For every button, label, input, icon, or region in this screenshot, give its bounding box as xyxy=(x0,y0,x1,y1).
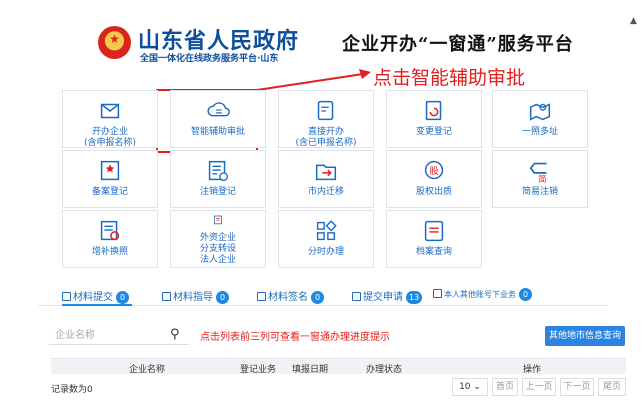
last-page-button[interactable]: 尾页 xyxy=(598,378,626,396)
page-size-value: 10 xyxy=(459,382,471,392)
list-icon xyxy=(62,292,71,301)
tile-label: 备案登记 xyxy=(91,187,128,197)
col-register-business: 登记业务 xyxy=(240,365,277,375)
tab-4[interactable]: 提交申请 13 xyxy=(352,288,423,304)
record-count: 记录数为0 xyxy=(51,385,93,395)
col-company-name: 企业名称 xyxy=(129,365,166,375)
svg-text:股: 股 xyxy=(429,166,438,177)
next-page-button[interactable]: 下一页 xyxy=(560,378,594,396)
change-register-icon xyxy=(425,100,442,121)
col-actions: 操作 xyxy=(523,365,542,375)
tab-label: 材料签名 xyxy=(268,292,308,303)
archive-query-icon xyxy=(424,220,444,242)
foreign-enterprise-icon xyxy=(214,215,222,225)
prev-page-button[interactable]: 上一页 xyxy=(522,378,556,396)
tile-sublabel: (含申报名称) xyxy=(83,138,137,148)
service-tile-smart-assist[interactable]: 智能辅助审批 xyxy=(170,90,266,148)
tile-label: 一照多址 xyxy=(521,127,558,137)
tile-label: 增补换照 xyxy=(91,247,128,257)
tab-count-badge: 0 xyxy=(116,291,129,304)
service-tile-equity-pledge[interactable]: 股股权出质 xyxy=(386,150,482,208)
simple-cancel-icon: 简 xyxy=(529,162,547,184)
tab-label: 提交申请 xyxy=(363,292,403,303)
smart-assist-icon xyxy=(207,102,230,117)
tab-label: 材料提交 xyxy=(73,292,113,303)
service-tile-filing[interactable]: 备案登记 xyxy=(62,150,158,208)
search-icon[interactable]: ⚲ xyxy=(170,327,180,342)
equity-pledge-icon: 股 xyxy=(424,160,444,180)
service-tile-cancel-register[interactable]: 注销登记 xyxy=(170,150,266,208)
tile-label: 外资企业 xyxy=(199,233,236,243)
tile-label: 简易注销 xyxy=(521,187,558,197)
relocation-icon xyxy=(315,164,337,181)
service-tile-branch[interactable]: 分时办理 xyxy=(278,210,374,268)
svg-text:简: 简 xyxy=(538,174,546,184)
tile-label: 变更登记 xyxy=(415,127,452,137)
tile-label: 直接开办 xyxy=(307,127,344,137)
tab-3[interactable]: 材料签名 0 xyxy=(257,288,324,304)
other-city-query-button[interactable]: 其他地市信息查询 xyxy=(545,326,625,346)
service-tile-simple-cancel[interactable]: 简简易注销 xyxy=(492,150,588,208)
first-page-button[interactable]: 首页 xyxy=(492,378,518,396)
link-icon xyxy=(433,289,442,298)
tile-sublabel: (含已申报名称) xyxy=(295,138,357,148)
tab-count-badge: 13 xyxy=(406,291,423,304)
tile-label: 股权出质 xyxy=(415,187,452,197)
branch-icon xyxy=(316,220,337,241)
chevron-down-icon: ⌄ xyxy=(473,382,481,392)
service-tile-foreign-enterprise[interactable]: 外资企业 分支转设 法人企业 xyxy=(170,210,266,268)
submit-icon xyxy=(352,292,361,301)
gov-subtitle: 全国一体化在线政务服务平台·山东 xyxy=(140,54,279,64)
tab-count-badge: 0 xyxy=(216,291,229,304)
page-size-select[interactable]: 10 ⌄ xyxy=(452,378,488,396)
filing-icon xyxy=(100,160,120,181)
tile-label: 智能辅助审批 xyxy=(190,127,245,137)
tile-label: 档案查询 xyxy=(415,247,452,257)
tile-label: 分时办理 xyxy=(307,247,344,257)
user-icon[interactable]: ▲ xyxy=(630,16,637,26)
service-tile-direct-start[interactable]: 直接开办 (含已申报名称) xyxy=(278,90,374,148)
service-tile-change-register[interactable]: 变更登记 xyxy=(386,90,482,148)
tile-label: 开办企业 xyxy=(91,127,128,137)
col-fill-date: 填报日期 xyxy=(292,365,329,375)
cancel-register-icon xyxy=(208,160,228,181)
table-header: 企业名称 登记业务 填报日期 办理状态 操作 xyxy=(51,358,626,375)
tile-sublabel: 法人企业 xyxy=(199,255,236,265)
tile-sublabel: 分支转设 xyxy=(199,244,236,254)
edit-icon xyxy=(162,292,171,301)
platform-title: 企业开办“一窗通”服务平台 xyxy=(342,34,574,55)
direct-start-icon xyxy=(317,100,334,121)
service-tile-business-start[interactable]: 开办企业 (含申报名称) xyxy=(62,90,158,148)
service-tile-relocation[interactable]: 市内迁移 xyxy=(278,150,374,208)
service-tile-reissue[interactable]: 增补换照 xyxy=(62,210,158,268)
national-emblem-logo xyxy=(98,26,131,59)
business-start-icon xyxy=(100,103,120,119)
tab-5[interactable]: 本人其他账号下业务 0 xyxy=(433,288,532,301)
one-license-icon xyxy=(529,103,551,121)
col-status: 办理状态 xyxy=(366,365,403,375)
tab-1[interactable]: 材料提交 0 xyxy=(62,288,129,304)
sign-icon xyxy=(257,292,266,301)
tile-label: 市内迁移 xyxy=(307,187,344,197)
service-tile-one-license[interactable]: 一照多址 xyxy=(492,90,588,148)
tab-count-badge: 0 xyxy=(311,291,324,304)
tab-active-indicator xyxy=(62,304,132,306)
tab-label: 本人其他账号下业务 xyxy=(444,290,516,299)
company-search-input[interactable]: 企业名称 xyxy=(49,326,189,345)
reissue-icon xyxy=(100,220,120,241)
service-tile-archive-query[interactable]: 档案查询 xyxy=(386,210,482,268)
callout-text: 点击智能辅助审批 xyxy=(373,67,526,89)
tab-2[interactable]: 材料指导 0 xyxy=(162,288,229,304)
tile-label: 注销登记 xyxy=(199,187,236,197)
tab-label: 材料指导 xyxy=(173,292,213,303)
progress-hint: 点击列表前三列可查看一窗通办理进度提示 xyxy=(200,332,390,343)
tab-count-badge: 0 xyxy=(519,288,532,301)
